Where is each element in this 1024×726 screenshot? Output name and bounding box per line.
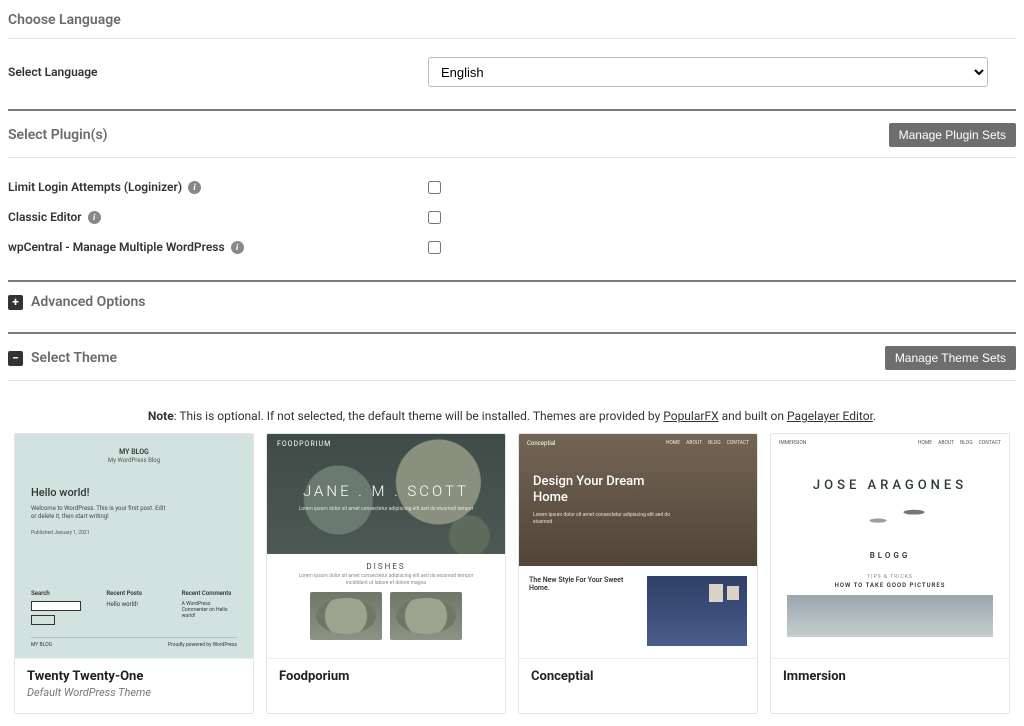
preview-photo: [787, 595, 993, 637]
plugin-label: Limit Login Attempts (Loginizer) i: [8, 180, 428, 194]
theme-footer: Twenty Twenty-One Default WordPress Them…: [15, 658, 253, 713]
advanced-options-section: + Advanced Options: [8, 280, 1016, 332]
advanced-options-label: Advanced Options: [31, 294, 145, 310]
choose-language-header: Choose Language: [8, 12, 1016, 39]
preview-meta: Published January 1, 2021: [31, 530, 237, 536]
plugin-checkbox-wpcentral[interactable]: [428, 241, 441, 254]
plugin-label-text: Limit Login Attempts (Loginizer): [8, 180, 182, 194]
plugin-checkbox-loginizer[interactable]: [428, 181, 441, 194]
choose-language-title: Choose Language: [8, 12, 121, 28]
theme-card-immersion[interactable]: IMMERSION HOMEABOUTBLOGCONTACT JOSE ARAG…: [770, 433, 1010, 714]
plus-icon: +: [8, 295, 23, 310]
theme-preview: FOODPORIUM JANE . M . SCOTT Lorem ipsum …: [267, 434, 505, 658]
theme-note-bold: Note: [148, 409, 174, 423]
plugin-label: Classic Editor i: [8, 210, 428, 224]
language-label: Select Language: [8, 65, 428, 79]
preview-dishes: DISHES: [267, 554, 505, 573]
plugin-row: wpCentral - Manage Multiple WordPress i: [8, 232, 1016, 262]
preview-brand: FOODPORIUM: [277, 440, 331, 448]
preview-heading: Hello world!: [31, 486, 237, 499]
select-theme-section: − Select Theme Manage Theme Sets Note: T…: [8, 332, 1016, 726]
preview-tagline: My WordPress Blog: [31, 457, 237, 464]
select-plugins-title: Select Plugin(s): [8, 127, 108, 143]
preview-search-btn: [31, 615, 55, 625]
theme-note-text2: and built on: [719, 409, 787, 423]
preview-lower-text: The New Style For Your Sweet Home.: [529, 576, 639, 646]
plugin-checkbox-classic-editor[interactable]: [428, 211, 441, 224]
manage-plugin-sets-button[interactable]: Manage Plugin Sets: [889, 123, 1016, 147]
minus-icon: −: [8, 351, 23, 366]
plugin-row: Classic Editor i: [8, 202, 1016, 232]
theme-footer: Immersion: [771, 658, 1009, 698]
preview-recent-h: Recent Posts: [106, 590, 161, 597]
theme-name: Twenty Twenty-One: [27, 669, 241, 684]
popularfx-link[interactable]: PopularFX: [663, 409, 718, 423]
manage-theme-sets-button[interactable]: Manage Theme Sets: [885, 346, 1016, 370]
preview-plate-image: [390, 592, 462, 640]
preview-comments-item: A WordPress Commenter on Hello world!: [182, 601, 237, 619]
preview-brand: Conceptial: [527, 440, 555, 447]
select-theme-header: − Select Theme Manage Theme Sets: [8, 346, 1016, 381]
theme-name: Conceptial: [531, 669, 745, 684]
choose-language-section: Choose Language Select Language English: [8, 0, 1016, 109]
select-theme-title[interactable]: − Select Theme: [8, 350, 117, 366]
preview-tips: TIPS & TRICKS: [771, 574, 1009, 580]
preview-plate-image: [310, 592, 382, 640]
preview-name: JOSE ARAGONES: [771, 478, 1009, 493]
preview-swoosh-image: [830, 501, 950, 529]
preview-text: Welcome to WordPress. This is your first…: [31, 505, 171, 522]
language-row: Select Language English: [8, 53, 1016, 91]
preview-name: JANE . M . SCOTT: [267, 482, 505, 500]
theme-name: Foodporium: [279, 669, 493, 684]
preview-recent-item: Hello world!: [106, 601, 161, 608]
preview-search-box: [31, 601, 81, 611]
select-plugins-header: Select Plugin(s) Manage Plugin Sets: [8, 123, 1016, 158]
info-icon[interactable]: i: [88, 211, 101, 224]
plugin-label-text: Classic Editor: [8, 210, 82, 224]
advanced-options-title: + Advanced Options: [8, 294, 145, 310]
select-plugins-section: Select Plugin(s) Manage Plugin Sets Limi…: [8, 109, 1016, 280]
plugin-label: wpCentral - Manage Multiple WordPress i: [8, 240, 428, 254]
info-icon[interactable]: i: [188, 181, 201, 194]
preview-nav: HOMEABOUTBLOGCONTACT: [666, 440, 749, 446]
plugin-label-text: wpCentral - Manage Multiple WordPress: [8, 240, 225, 254]
theme-name: Immersion: [783, 669, 997, 684]
info-icon[interactable]: i: [231, 241, 244, 254]
language-select[interactable]: English: [428, 57, 988, 87]
preview-tips2: HOW TO TAKE GOOD PICTURES: [771, 582, 1009, 589]
preview-comments-h: Recent Comments: [182, 590, 237, 597]
preview-sub: Lorem ipsum dolor sit amet consectetur a…: [267, 506, 505, 513]
preview-dishes-text: Lorem ipsum dolor sit amet consectetur a…: [267, 573, 505, 592]
theme-preview: Conceptial HOMEABOUTBLOGCONTACT Design Y…: [519, 434, 757, 658]
preview-footer-left: MY BLOG: [31, 642, 52, 648]
theme-card-conceptial[interactable]: Conceptial HOMEABOUTBLOGCONTACT Design Y…: [518, 433, 758, 714]
theme-note: Note: This is optional. If not selected,…: [8, 395, 1016, 433]
preview-nav: HOMEABOUTBLOGCONTACT: [771, 434, 1009, 452]
select-theme-label: Select Theme: [31, 350, 117, 366]
theme-footer: Foodporium: [267, 658, 505, 698]
theme-note-text: : This is optional. If not selected, the…: [174, 409, 664, 423]
preview-footer-right: Proudly powered by WordPress: [168, 642, 237, 648]
theme-preview: IMMERSION HOMEABOUTBLOGCONTACT JOSE ARAG…: [771, 434, 1009, 658]
preview-heading: Design Your Dream Home: [533, 474, 663, 505]
theme-grid: MY BLOG My WordPress Blog Hello world! W…: [8, 433, 1016, 720]
plugin-list: Limit Login Attempts (Loginizer) i Class…: [8, 172, 1016, 262]
preview-blogg: BLOGG: [771, 551, 1009, 560]
preview-brand: IMMERSION: [779, 440, 806, 446]
pagelayer-link[interactable]: Pagelayer Editor: [787, 409, 873, 423]
preview-subheading: Lorem ipsum dolor sit amet consectetur a…: [533, 512, 673, 525]
plugin-row: Limit Login Attempts (Loginizer) i: [8, 172, 1016, 202]
preview-search-h: Search: [31, 590, 86, 597]
theme-subtitle: Default WordPress Theme: [27, 686, 241, 699]
theme-card-twenty-twenty-one[interactable]: MY BLOG My WordPress Blog Hello world! W…: [14, 433, 254, 714]
advanced-options-header[interactable]: + Advanced Options: [8, 294, 1016, 320]
preview-logo: MY BLOG: [31, 448, 237, 456]
theme-preview: MY BLOG My WordPress Blog Hello world! W…: [15, 434, 253, 658]
theme-card-foodporium[interactable]: FOODPORIUM JANE . M . SCOTT Lorem ipsum …: [266, 433, 506, 714]
theme-footer: Conceptial: [519, 658, 757, 698]
preview-lower-image: [647, 576, 747, 646]
